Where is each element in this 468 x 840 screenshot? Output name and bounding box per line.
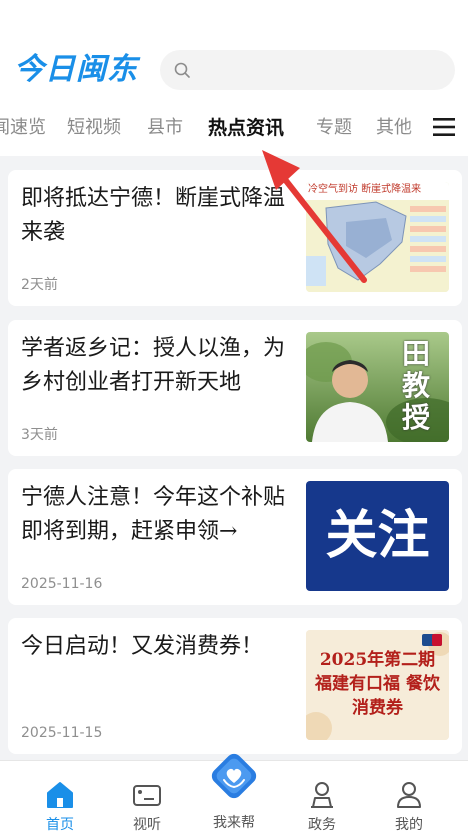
news-card[interactable]: 即将抵达宁德！断崖式降温来袭 2天前 冷空气到访 断崖式降温来 <box>8 170 462 306</box>
help-center-button[interactable] <box>208 750 260 802</box>
news-card[interactable]: 宁德人注意！今年这个补贴即将到期，赶紧申领→ 2025-11-16 关注 <box>8 469 462 605</box>
nav-gov[interactable]: 政务 <box>292 781 352 835</box>
attention-banner-thumbnail: 关注 <box>306 481 449 591</box>
search-input[interactable] <box>160 50 455 90</box>
nav-video[interactable]: 视听 <box>117 781 177 835</box>
nav-label: 我来帮 <box>213 815 255 831</box>
tab-topics[interactable]: 专题 <box>316 114 352 142</box>
news-title: 学者返乡记：授人以渔，为乡村创业者打开新天地 <box>21 336 286 395</box>
thumb-caption: 田教授 <box>402 337 431 434</box>
top-header: 今日闽东 <box>0 0 468 100</box>
nav-mine[interactable]: 我的 <box>379 781 439 835</box>
nav-label: 政务 <box>308 817 336 833</box>
nav-label: 我的 <box>395 817 423 833</box>
professor-portrait-thumbnail: 田教授 <box>306 332 449 442</box>
news-card[interactable]: 学者返乡记：授人以渔，为乡村创业者打开新天地 3天前 田教授 <box>8 320 462 456</box>
government-icon <box>311 782 333 808</box>
search-icon <box>174 62 190 78</box>
profile-icon <box>397 782 421 808</box>
thumb-caption: 关注 <box>325 506 430 566</box>
nav-label: 首页 <box>46 817 74 833</box>
tab-short-video[interactable]: 短视频 <box>67 114 121 142</box>
home-icon <box>47 782 73 808</box>
video-camera-icon <box>133 785 161 806</box>
cold-wave-weather-map-thumbnail: 冷空气到访 断崖式降温来 <box>306 182 449 292</box>
tab-counties[interactable]: 县市 <box>147 114 183 142</box>
weather-map-image <box>306 182 449 292</box>
nav-home[interactable]: 首页 <box>30 781 90 835</box>
news-time: 2025-11-16 <box>21 576 103 592</box>
voucher-poster-thumbnail: 2025年第二期 福建有口福 餐饮消费券 <box>306 630 449 740</box>
menu-icon[interactable] <box>432 116 456 138</box>
news-title: 即将抵达宁德！断崖式降温来袭 <box>21 186 286 245</box>
tab-news-brief[interactable]: 闻速览 <box>0 114 46 142</box>
thumb-caption: 冷空气到访 断崖式降温来 <box>308 184 422 195</box>
news-card[interactable]: 今日启动！又发消费券！ 2025-11-15 2025年第二期 福建有口福 餐饮… <box>8 618 462 754</box>
thumb-caption: 2025年第二期 福建有口福 餐饮消费券 <box>315 650 440 718</box>
news-title: 宁德人注意！今年这个补贴即将到期，赶紧申领→ <box>21 485 286 544</box>
tab-hot-news[interactable]: 热点资讯 <box>208 114 284 142</box>
tabs-fade <box>405 100 435 156</box>
news-time: 2天前 <box>21 277 58 293</box>
nav-label: 视听 <box>133 817 161 833</box>
news-time: 2025-11-15 <box>21 725 103 741</box>
app-logo: 今日闽东 <box>14 52 138 87</box>
news-title: 今日启动！又发消费券！ <box>21 634 264 659</box>
news-time: 3天前 <box>21 427 58 443</box>
category-tabs: 闻速览 短视频 县市 热点资讯 专题 其他 <box>0 100 468 156</box>
